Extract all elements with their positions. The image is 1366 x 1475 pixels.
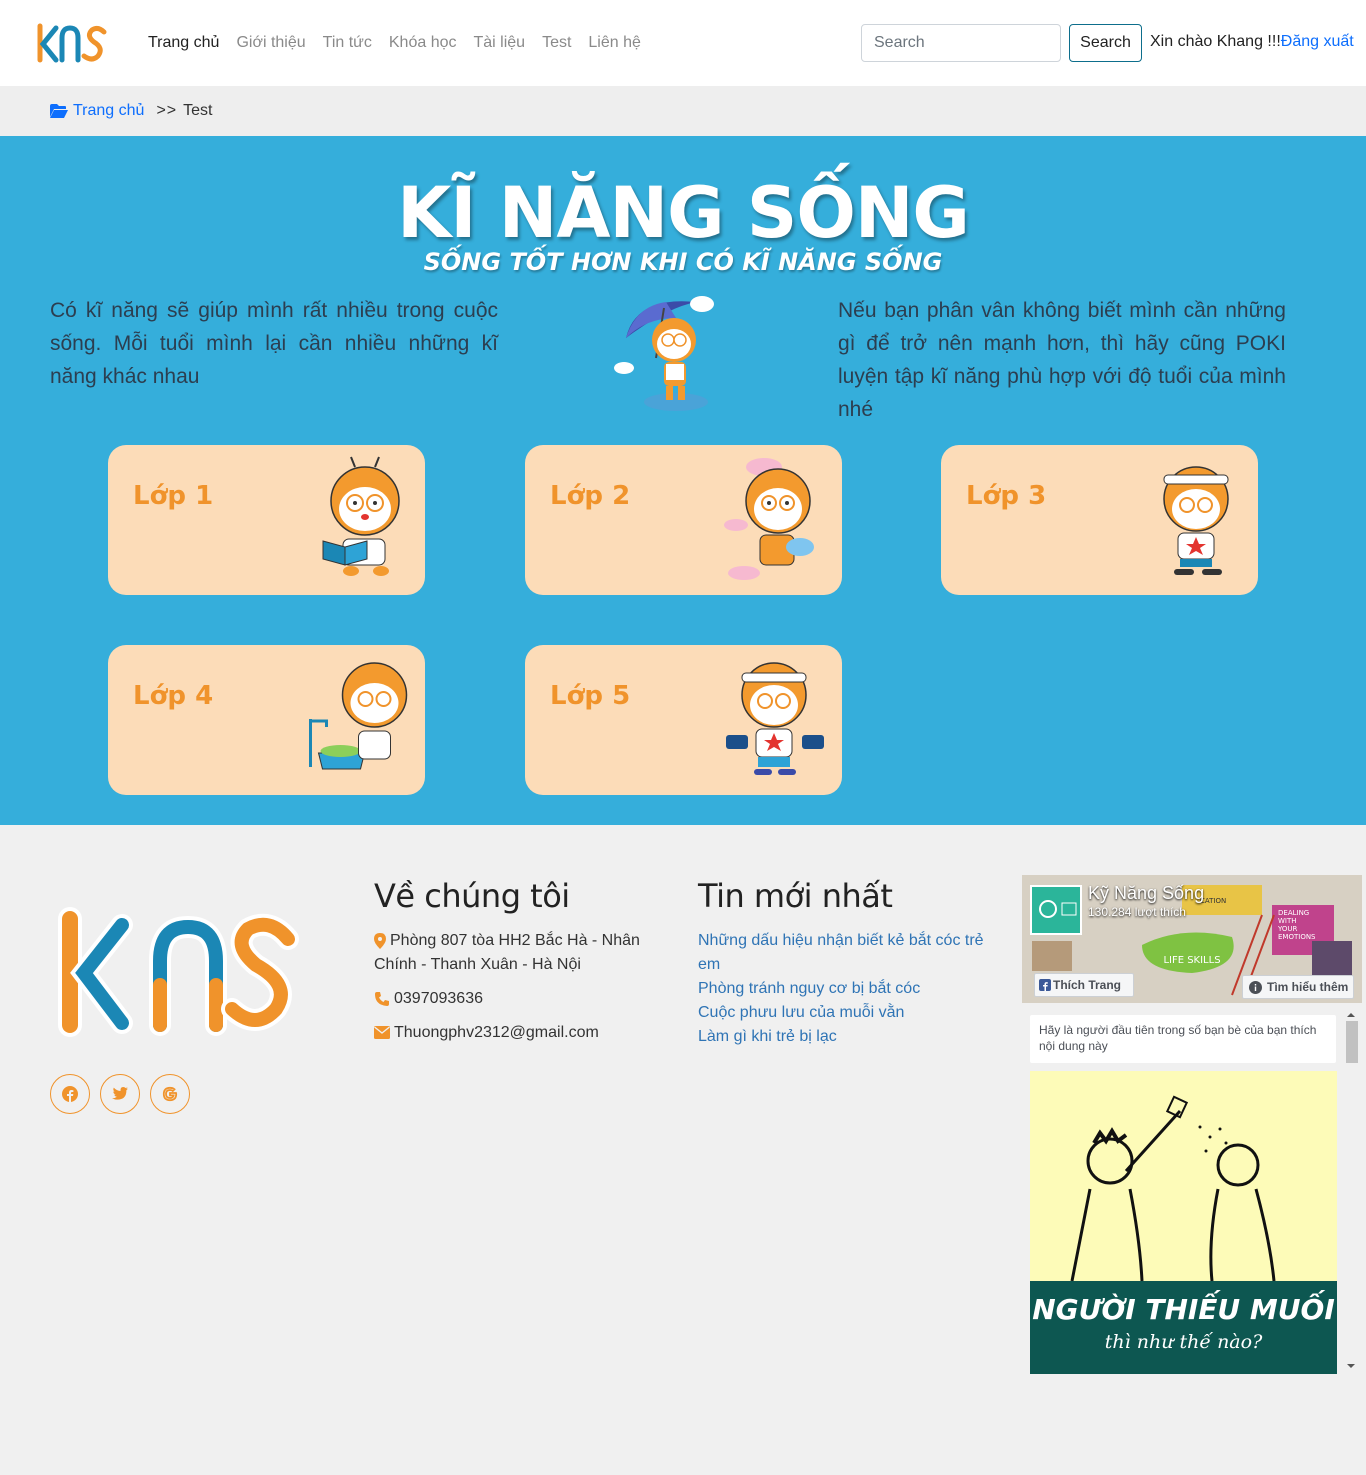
facebook-logo-icon <box>1039 979 1051 991</box>
map-marker-icon <box>374 932 386 949</box>
nav-link-courses[interactable]: Khóa học <box>389 32 457 54</box>
news-link[interactable]: Cuộc phưu lưu của muỗi vằn <box>698 1001 998 1025</box>
facebook-social-button[interactable] <box>50 1074 90 1114</box>
address-line: Phòng 807 tòa HH2 Bắc Hà - Nhân Chính - … <box>374 929 654 977</box>
class-card-label: Lớp 2 <box>550 481 631 511</box>
search-input[interactable] <box>861 24 1061 62</box>
breadcrumb-current: Test <box>183 102 213 119</box>
social-links <box>50 1074 190 1114</box>
facebook-post-image[interactable]: NGƯỜI THIẾU MUỐI thì như thế nào? <box>1030 1071 1337 1374</box>
mascot-thinking-image <box>724 458 814 580</box>
user-greeting: Xin chào Khang !!!Đăng xuất <box>1150 33 1354 51</box>
nav-link-documents[interactable]: Tài liệu <box>473 32 525 54</box>
facebook-friends-note: Hãy là người đầu tiên trong số bạn bè củ… <box>1030 1015 1336 1063</box>
scrollbar-thumb[interactable] <box>1346 1021 1358 1063</box>
hero-title: KĨ NĂNG SỐNG <box>397 172 970 254</box>
about-title: Về chúng tôi <box>374 877 570 915</box>
twitter-social-button[interactable] <box>100 1074 140 1114</box>
like-page-label: Thích Trang <box>1053 978 1122 992</box>
address-text: Phòng 807 tòa HH2 Bắc Hà - Nhân Chính - … <box>374 932 640 973</box>
mascot-exercising-image <box>726 662 824 775</box>
phone-text: 0397093636 <box>394 990 483 1007</box>
search-button[interactable]: Search <box>1069 24 1142 62</box>
class-card-4[interactable]: Lớp 4 <box>108 645 425 795</box>
class-card-label: Lớp 4 <box>133 681 214 711</box>
salt-illustration <box>1070 1095 1276 1281</box>
facebook-like-count: 130.284 lượt thích <box>1088 905 1186 919</box>
facebook-like-page-button[interactable]: Thích Trang <box>1034 973 1134 997</box>
hero-section: KĨ NĂNG SỐNG SỐNG TỐT HƠN KHI CÓ KĨ NĂNG… <box>0 136 1366 825</box>
mascot-washing-image <box>309 662 408 770</box>
breadcrumb-separator: >> <box>156 102 178 119</box>
svg-text:LIFE SKILLS: LIFE SKILLS <box>1163 955 1220 966</box>
learn-more-label: Tìm hiểu thêm <box>1267 980 1349 994</box>
phone-icon <box>375 991 389 1006</box>
about-column: Về chúng tôi Phòng 807 tòa HH2 Bắc Hà - … <box>374 877 654 1055</box>
svg-text:DEALING: DEALING <box>1278 909 1309 917</box>
email-line: Thuongphv2312@gmail.com <box>374 1021 654 1045</box>
class-card-3[interactable]: Lớp 3 <box>941 445 1258 595</box>
logout-link[interactable]: Đăng xuất <box>1281 33 1354 50</box>
info-icon <box>1249 981 1262 994</box>
post-title: NGƯỜI THIẾU MUỐI <box>1032 1293 1335 1326</box>
facebook-page-widget: LIFE SKILLS DEALING WITH YOUR EMOTIONS C… <box>1022 875 1362 1375</box>
svg-text:WITH: WITH <box>1278 917 1297 925</box>
hero-subtitle: SỐNG TỐT HƠN KHI CÓ KĨ NĂNG SỐNG <box>423 248 943 276</box>
email-text: Thuongphv2312@gmail.com <box>394 1024 599 1041</box>
latest-news-column: Tin mới nhất Những dấu hiệu nhận biết kẻ… <box>698 877 998 1049</box>
envelope-icon <box>374 1026 390 1040</box>
twitter-icon <box>112 1087 128 1100</box>
news-link[interactable]: Những dấu hiệu nhận biết kẻ bắt cóc trẻ … <box>698 929 998 977</box>
news-link[interactable]: Làm gì khi trẻ bị lạc <box>698 1025 998 1049</box>
facebook-cover-image[interactable]: LIFE SKILLS DEALING WITH YOUR EMOTIONS C… <box>1022 875 1362 1003</box>
class-card-label: Lớp 3 <box>966 481 1047 511</box>
nav-link-news[interactable]: Tin tức <box>323 32 372 54</box>
svg-text:YOUR: YOUR <box>1277 925 1298 933</box>
nav-link-about[interactable]: Giới thiệu <box>236 32 305 54</box>
svg-text:EMOTIONS: EMOTIONS <box>1278 933 1316 941</box>
greeting-text: Xin chào Khang !!! <box>1150 33 1281 50</box>
nav-link-contact[interactable]: Liên hệ <box>588 32 641 54</box>
facebook-page-name[interactable]: Kỹ Năng Sống <box>1088 883 1204 904</box>
kns-logo[interactable] <box>34 22 110 64</box>
facebook-learn-more-button[interactable]: Tìm hiểu thêm <box>1242 975 1354 999</box>
navbar: Trang chủ Giới thiệu Tin tức Khóa học Tà… <box>0 0 1366 86</box>
latest-news-title: Tin mới nhất <box>698 877 893 915</box>
post-subtitle: thì như thế nào? <box>1104 1331 1263 1353</box>
scroll-down-arrow-icon <box>1347 1364 1355 1368</box>
facebook-widget-scrollbar[interactable] <box>1344 1010 1358 1375</box>
google-icon <box>162 1086 178 1102</box>
nav-link-test[interactable]: Test <box>542 32 571 54</box>
nav-links: Trang chủ Giới thiệu Tin tức Khóa học Tà… <box>148 32 658 54</box>
hero-left-text: Có kĩ năng sẽ giúp mình rất nhiều trong … <box>50 299 498 388</box>
news-link[interactable]: Phòng tránh nguy cơ bị bắt cóc <box>698 977 998 1001</box>
class-card-label: Lớp 5 <box>550 681 631 711</box>
footer: Về chúng tôi Phòng 807 tòa HH2 Bắc Hà - … <box>0 825 1366 1475</box>
page-avatar[interactable] <box>1030 885 1082 935</box>
scroll-up-arrow-icon <box>1347 1013 1355 1017</box>
lightbulb-icon <box>1039 900 1077 918</box>
breadcrumb: Trang chủ >> Test <box>0 86 1366 136</box>
mascot-reading-image <box>322 456 400 576</box>
class-card-label: Lớp 1 <box>133 481 214 511</box>
class-card-1[interactable]: Lớp 1 <box>108 445 425 595</box>
facebook-icon <box>62 1086 78 1102</box>
class-card-2[interactable]: Lớp 2 <box>525 445 842 595</box>
mascot-skating-image <box>1163 466 1229 575</box>
nav-link-home[interactable]: Trang chủ <box>148 32 219 54</box>
kns-footer-logo <box>58 907 299 1037</box>
google-social-button[interactable] <box>150 1074 190 1114</box>
breadcrumb-home-link[interactable]: Trang chủ <box>73 102 144 120</box>
mascot-umbrella-image <box>614 296 714 411</box>
hero-right-text: Nếu bạn phân vân không biết mình cần nhữ… <box>838 299 1286 421</box>
phone-line: 0397093636 <box>374 987 654 1011</box>
folder-open-icon <box>50 104 68 118</box>
class-card-5[interactable]: Lớp 5 <box>525 645 842 795</box>
